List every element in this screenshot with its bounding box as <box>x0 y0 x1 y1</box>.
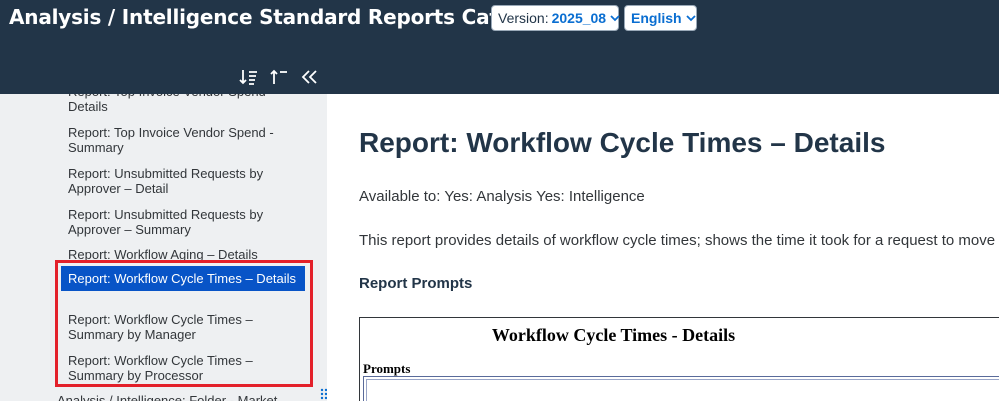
sidebar-item[interactable]: Report: Workflow Aging – Details <box>61 247 305 262</box>
report-preview-prompts-box <box>363 376 999 401</box>
language-value: English <box>631 10 682 26</box>
version-value: 2025_08 <box>551 10 607 26</box>
app-header: Analysis / Intelligence Standard Reports… <box>0 0 999 94</box>
app-title: Analysis / Intelligence Standard Reports… <box>9 5 547 29</box>
page-title: Report: Workflow Cycle Times – Details <box>359 127 886 158</box>
chevron-down-icon <box>685 14 696 22</box>
report-preview-prompts-label: Prompts <box>363 361 411 376</box>
sidebar-item[interactable]: Report: Top Invoice Vendor Spend - Detai… <box>61 94 305 114</box>
sidebar-folder[interactable]: Analysis / Intelligence: Folder - Market <box>50 393 294 401</box>
double-chevron-left-icon[interactable] <box>299 66 321 88</box>
sidebar-item[interactable]: Report: Workflow Cycle Times – Summary b… <box>61 312 305 342</box>
report-preview-frame: Workflow Cycle Times - Details Prompts <box>359 317 999 401</box>
version-label: Version: <box>498 10 549 26</box>
sort-top-icon[interactable] <box>268 66 290 88</box>
chevron-down-icon <box>610 14 620 22</box>
sidebar-tree: Report: Top Invoice Vendor Spend - Detai… <box>0 94 327 401</box>
report-preview-title: Workflow Cycle Times - Details <box>491 325 736 345</box>
sidebar-item[interactable]: Report: Unsubmitted Requests by Approver… <box>61 207 305 237</box>
sort-ascending-icon[interactable] <box>238 66 260 88</box>
language-select[interactable]: English <box>624 5 697 31</box>
sidebar-item-selected[interactable]: Report: Workflow Cycle Times – Details <box>61 266 305 291</box>
main-content: Report: Workflow Cycle Times – Details A… <box>327 94 999 401</box>
description-text: This report provides details of workflow… <box>359 232 999 249</box>
availability-text: Available to: Yes: Analysis Yes: Intelli… <box>359 188 645 205</box>
sidebar-item[interactable]: Report: Workflow Cycle Times – Summary b… <box>61 353 305 383</box>
sidebar-item[interactable]: Report: Unsubmitted Requests by Approver… <box>61 166 305 196</box>
sidebar-item[interactable]: Report: Top Invoice Vendor Spend - Summa… <box>61 125 305 155</box>
version-select[interactable]: Version: 2025_08 <box>491 5 620 31</box>
report-prompts-heading: Report Prompts <box>359 275 473 292</box>
